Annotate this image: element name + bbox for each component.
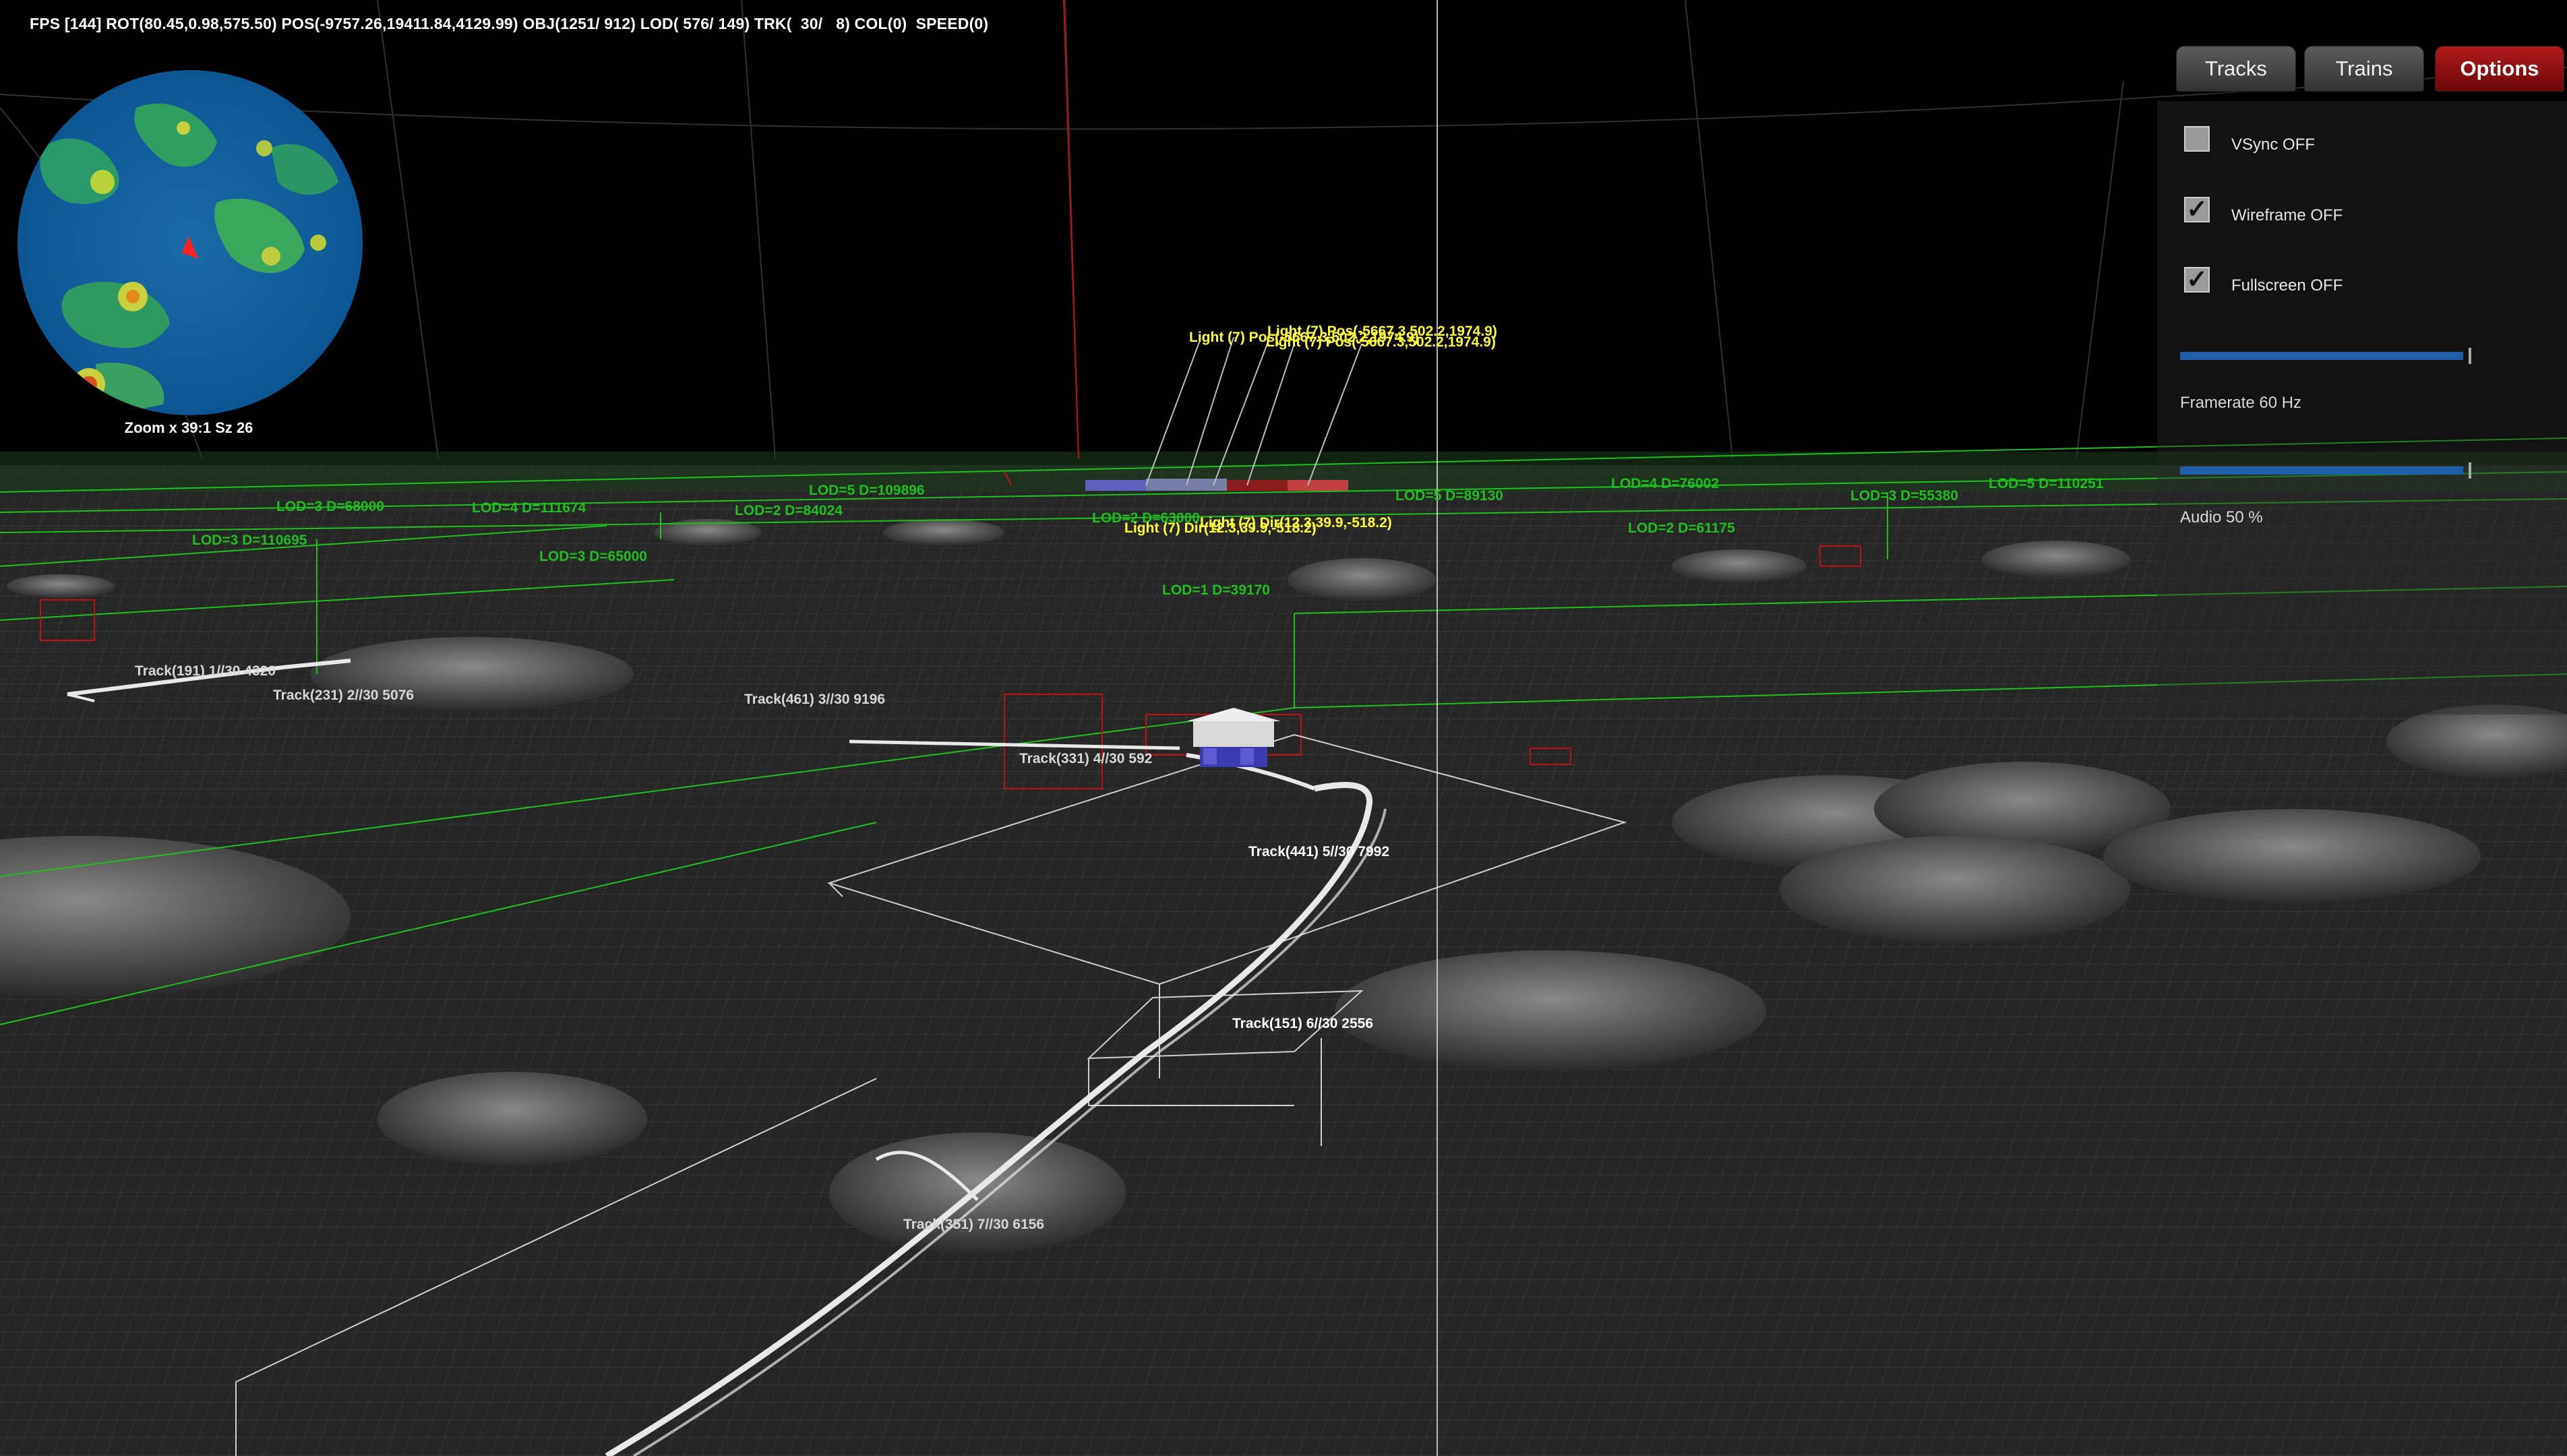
lod-label: LOD=1 D=39170 <box>1162 582 1270 598</box>
track-label: Track(231) 2//30 5076 <box>273 688 414 703</box>
slider-knob[interactable] <box>2469 462 2471 479</box>
audio-label: Audio 50 % <box>2180 508 2263 526</box>
lod-label: LOD=5 D=89130 <box>1395 488 1503 504</box>
tab-options[interactable]: Options <box>2435 46 2564 92</box>
lod-label: LOD=3 D=68000 <box>276 499 384 514</box>
track-label: Track(151) 6//30 2556 <box>1232 1016 1373 1031</box>
lod-label: LOD=5 D=110251 <box>1989 476 2104 491</box>
lod-label: LOD=3 D=55380 <box>1850 488 1958 504</box>
lod-label: LOD=2 D=61175 <box>1628 520 1735 536</box>
lod-label: LOD=3 D=110695 <box>192 533 307 548</box>
lod-label: LOD=4 D=111674 <box>472 500 586 516</box>
lod-label: LOD=4 D=76002 <box>1611 476 1719 491</box>
audio-slider[interactable] <box>2180 462 2471 479</box>
slider-knob[interactable] <box>2469 348 2471 364</box>
wireframe-checkbox[interactable]: ✓ <box>2184 197 2210 222</box>
track-label: Track(331) 4//30 592 <box>1019 751 1152 766</box>
minimap-zoom-label: Zoom x 39:1 Sz 26 <box>124 419 253 436</box>
fullscreen-checkbox[interactable]: ✓ <box>2184 267 2210 293</box>
minimap[interactable] <box>15 67 365 418</box>
framerate-label: Framerate 60 Hz <box>2180 394 2302 412</box>
lod-label: LOD=2 D=84024 <box>735 503 843 518</box>
track-label: Track(351) 7//30 6156 <box>903 1217 1044 1232</box>
lod-label: LOD=3 D=65000 <box>539 549 647 564</box>
lod-label: LOD=5 D=109896 <box>809 483 925 498</box>
wireframe-label: Wireframe OFF <box>2231 206 2343 224</box>
vsync-label: VSync OFF <box>2231 135 2316 154</box>
hud-stats: FPS [144] ROT(80.45,0.98,575.50) POS(-97… <box>30 15 989 32</box>
track-label: Track(191) 1//30 4320 <box>135 663 276 679</box>
fullscreen-label: Fullscreen OFF <box>2231 276 2343 295</box>
tab-tracks[interactable]: Tracks <box>2176 46 2296 92</box>
light-label: Light (7) Pos(-5667.3,502.2,1974.9) <box>1266 334 1496 350</box>
framerate-slider[interactable] <box>2180 348 2471 364</box>
track-label: Track(441) 5//30 7992 <box>1248 844 1389 859</box>
distant-train <box>1085 479 1348 491</box>
light-label: Light (7) Dir(12.3,39.9,-518.2) <box>1200 515 1392 530</box>
tab-trains[interactable]: Trains <box>2304 46 2424 92</box>
vsync-checkbox[interactable] <box>2184 126 2210 152</box>
track-label: Track(461) 3//30 9196 <box>744 692 885 707</box>
